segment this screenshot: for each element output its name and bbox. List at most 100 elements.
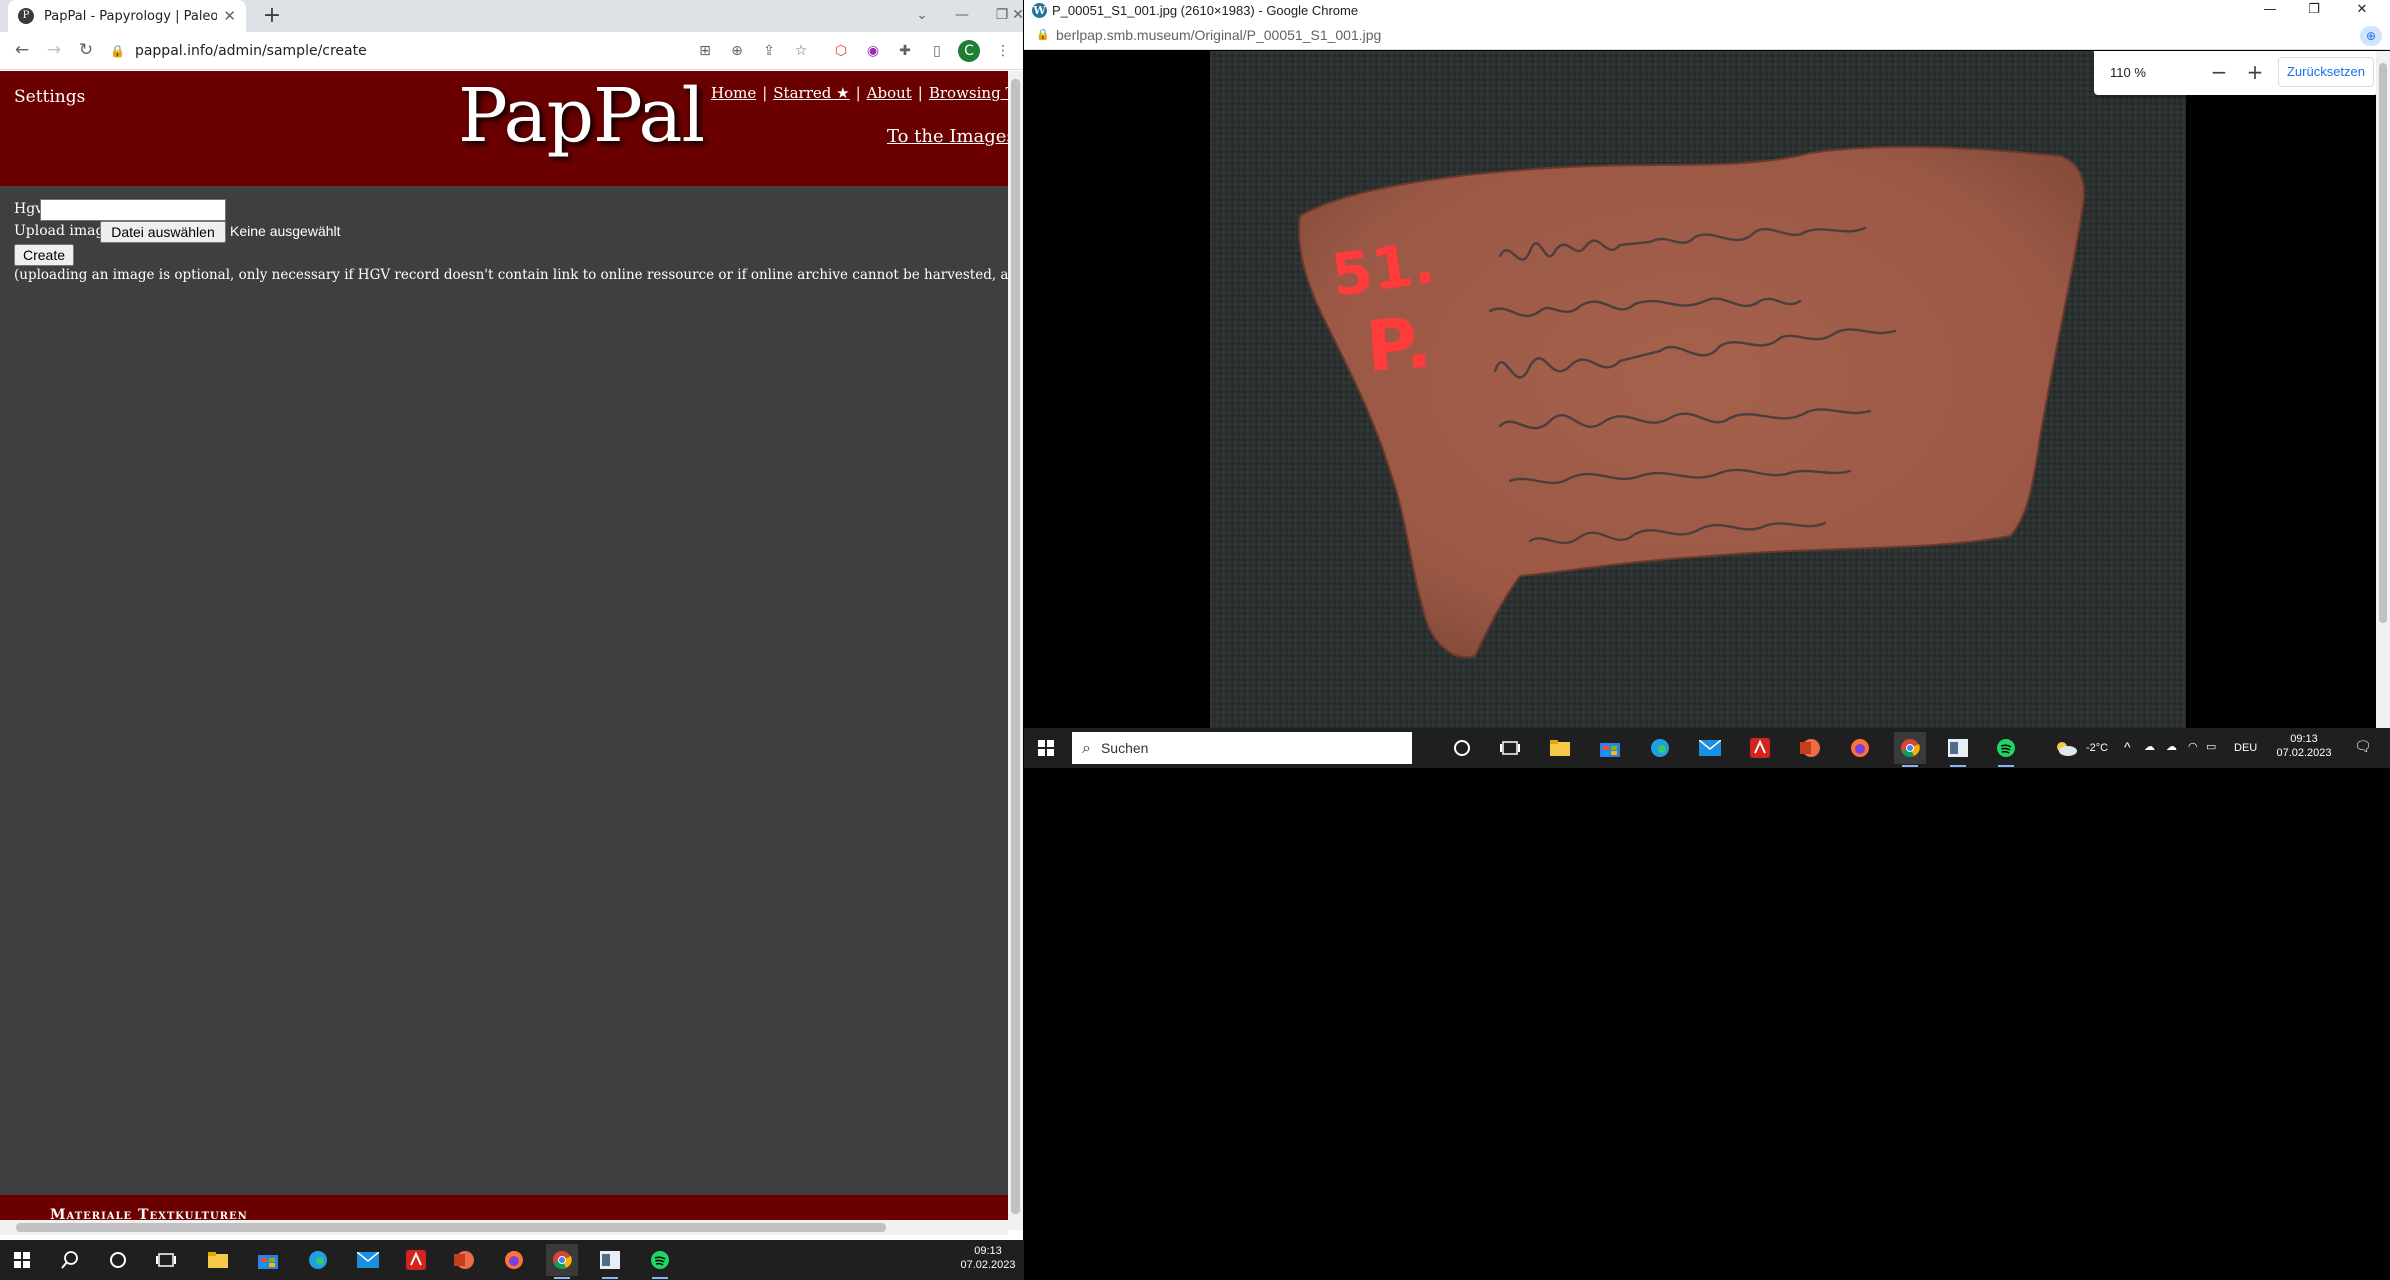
menu-kebab-icon[interactable]: ⋮: [992, 40, 1014, 62]
windows-start-icon[interactable]: [1030, 732, 1062, 764]
notes-app-icon[interactable]: [594, 1244, 626, 1279]
close-window-icon[interactable]: ✕: [2342, 0, 2382, 22]
mail-icon[interactable]: [352, 1244, 384, 1276]
tab-title: PapPal - Papyrology | Paleograph: [44, 8, 218, 24]
extensions-puzzle-icon[interactable]: ✚: [894, 40, 916, 62]
scrollbar-thumb[interactable]: [16, 1223, 886, 1232]
nav-starred[interactable]: Starred ★: [773, 84, 849, 102]
vertical-scrollbar[interactable]: [1008, 71, 1023, 1230]
scrollbar-thumb[interactable]: [2379, 63, 2387, 623]
notes-app-icon[interactable]: [1942, 732, 1974, 767]
notification-icon[interactable]: 🗨: [2354, 739, 2372, 753]
edge-icon[interactable]: [302, 1244, 334, 1276]
reload-icon[interactable]: ↻: [72, 36, 100, 64]
profile-avatar[interactable]: C: [958, 40, 980, 62]
nav-home[interactable]: Home: [711, 84, 756, 102]
address-bar[interactable]: 🔒 berlpap.smb.museum/Original/P_00051_S1…: [1024, 22, 2390, 50]
ostracon-photo[interactable]: 51. P.: [1210, 51, 2186, 728]
tab-pappal[interactable]: P PapPal - Papyrology | Paleograph ✕: [8, 0, 246, 32]
bookmark-star-icon[interactable]: ☆: [790, 40, 812, 62]
translate-icon[interactable]: ⊞: [694, 40, 716, 62]
language-indicator[interactable]: DEU: [2234, 741, 2257, 755]
search-icon[interactable]: [54, 1244, 86, 1276]
firefox-icon[interactable]: [1844, 732, 1876, 764]
browser-toolbar: ← → ↻ 🔒 pappal.info/admin/sample/create …: [0, 32, 1023, 70]
weather-icon[interactable]: [2042, 732, 2090, 764]
horizontal-scrollbar[interactable]: [0, 1220, 1008, 1235]
mail-icon[interactable]: [1694, 732, 1726, 764]
chrome-icon[interactable]: [546, 1244, 578, 1279]
back-arrow-icon[interactable]: ←: [8, 36, 36, 64]
close-window-icon[interactable]: ✕: [1000, 0, 1023, 32]
nav-separator: |: [917, 84, 923, 102]
vertical-scrollbar[interactable]: [2376, 51, 2390, 728]
task-view-icon[interactable]: [150, 1244, 182, 1276]
share-icon[interactable]: ⇪: [758, 40, 780, 62]
create-button[interactable]: Create: [14, 244, 74, 266]
tray-cloud-icon[interactable]: ☁: [2144, 740, 2155, 754]
zoom-in-button[interactable]: +: [2242, 59, 2268, 85]
clock-time: 09:13: [974, 1245, 1002, 1257]
to-the-images-link[interactable]: To the Images ...: [887, 126, 1008, 147]
pappal-header: Settings PapPal Home | Starred ★ | About | Bro…: [0, 71, 1008, 186]
clock[interactable]: 09:13 07.02.2023: [2274, 732, 2334, 760]
new-tab-button[interactable]: +: [258, 2, 286, 30]
zoom-icon[interactable]: ⊕: [726, 40, 748, 62]
settings-link[interactable]: Settings: [14, 87, 85, 107]
windows-start-icon[interactable]: [6, 1244, 38, 1276]
store-icon[interactable]: [1594, 732, 1626, 764]
right-browser-window: W P_00051_S1_001.jpg (2610×1983) - Googl…: [1024, 0, 2390, 768]
cortana-icon[interactable]: [102, 1244, 134, 1276]
search-placeholder: Suchen: [1100, 740, 1149, 756]
onedrive-icon[interactable]: ☁: [2166, 740, 2177, 754]
choose-file-button[interactable]: Datei auswählen: [100, 221, 226, 243]
hgv-input[interactable]: [40, 199, 226, 221]
extension-red-icon[interactable]: ⬡: [830, 40, 852, 62]
powerpoint-icon[interactable]: [1794, 732, 1826, 764]
search-icon: ⌕: [1082, 738, 1091, 757]
forward-arrow-icon[interactable]: →: [40, 36, 68, 64]
svg-text:51.: 51.: [1327, 228, 1438, 310]
window-titlebar: W P_00051_S1_001.jpg (2610×1983) - Googl…: [1024, 0, 2390, 22]
spotify-icon[interactable]: [1990, 732, 2022, 767]
zoom-out-button[interactable]: −: [2206, 59, 2232, 85]
cortana-icon[interactable]: [1446, 732, 1478, 764]
close-tab-icon[interactable]: ✕: [223, 7, 236, 25]
nav-browsing-tips[interactable]: Browsing Tips: [929, 84, 1008, 102]
spotify-icon[interactable]: [644, 1244, 676, 1279]
side-panel-icon[interactable]: ▯: [926, 40, 948, 62]
chrome-icon[interactable]: [1894, 732, 1926, 767]
hgv-label: Hgv: [14, 201, 44, 217]
restore-icon[interactable]: ❐: [2294, 0, 2334, 22]
tab-search-icon[interactable]: ⌄: [904, 0, 940, 32]
address-bar[interactable]: 🔒 pappal.info/admin/sample/create: [110, 36, 710, 66]
wifi-icon[interactable]: ◠: [2188, 740, 2198, 754]
taskbar-search-box[interactable]: ⌕ Suchen: [1072, 732, 1412, 764]
file-explorer-icon[interactable]: [1544, 732, 1576, 764]
minimize-icon[interactable]: —: [2250, 0, 2290, 22]
wordpress-favicon: W: [1032, 3, 1047, 18]
zoom-magnifier-icon[interactable]: ⊕: [2360, 26, 2382, 46]
powerpoint-icon[interactable]: [448, 1244, 480, 1276]
pappal-logo: PapPal: [458, 73, 705, 159]
zoom-reset-button[interactable]: Zurücksetzen: [2278, 57, 2374, 87]
file-explorer-icon[interactable]: [202, 1244, 234, 1276]
store-icon[interactable]: [252, 1244, 284, 1276]
zoom-popup: 110 % − + Zurücksetzen: [2094, 51, 2376, 95]
edge-icon[interactable]: [1644, 732, 1676, 764]
minimize-icon[interactable]: —: [944, 0, 980, 32]
nav-about[interactable]: About: [867, 84, 912, 102]
scrollbar-thumb[interactable]: [1011, 79, 1020, 1214]
acrobat-icon[interactable]: [400, 1244, 432, 1276]
top-nav: Home|Starred ★|About|Browsing Tips|C: [711, 84, 1008, 102]
battery-icon[interactable]: ▭: [2206, 740, 2216, 754]
left-browser-window: P PapPal - Papyrology | Paleograph ✕ + ⌄…: [0, 0, 1023, 1245]
firefox-icon[interactable]: [498, 1244, 530, 1276]
acrobat-icon[interactable]: [1744, 732, 1776, 764]
clock-date: 07.02.2023: [2276, 747, 2332, 759]
clock[interactable]: 09:13 07.02.2023: [956, 1244, 1020, 1272]
tray-chevron-icon[interactable]: ^: [2124, 740, 2131, 754]
task-view-icon[interactable]: [1494, 732, 1526, 764]
window-title: P_00051_S1_001.jpg (2610×1983) - Google …: [1052, 3, 1359, 18]
extension-purple-icon[interactable]: ◉: [862, 40, 884, 62]
